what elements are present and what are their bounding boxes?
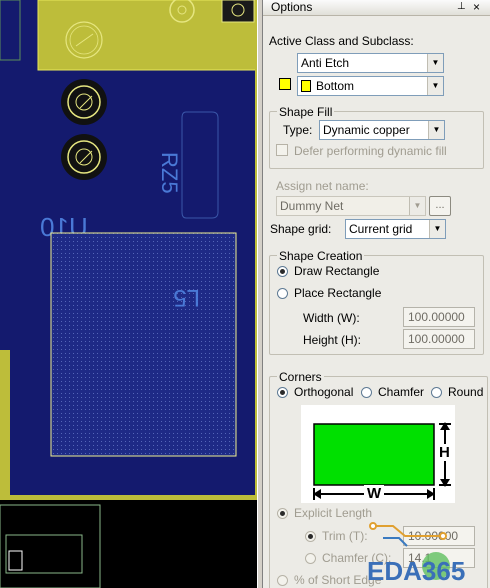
- net-name-value: Dummy Net: [280, 199, 344, 213]
- corners-legend: Corners: [277, 370, 324, 384]
- subclass-select[interactable]: Bottom ▼: [297, 76, 444, 96]
- subclass-color-swatch[interactable]: [279, 78, 291, 90]
- pin-icon[interactable]: ⊥: [457, 1, 466, 12]
- browse-net-button[interactable]: ...: [429, 196, 451, 216]
- fill-type-value: Dynamic copper: [323, 123, 410, 137]
- diagram-w-label: W: [364, 485, 385, 502]
- watermark-logo: EDA365: [367, 522, 465, 586]
- silk-label-l5: L5: [173, 284, 200, 311]
- silk-label-rz5: RZ5: [157, 152, 182, 194]
- fill-type-select[interactable]: Dynamic copper ▼: [319, 120, 445, 140]
- type-label: Type:: [283, 123, 313, 137]
- orthogonal-label: Orthogonal: [294, 385, 354, 399]
- short-edge-radio[interactable]: [277, 575, 288, 586]
- place-rectangle-radio[interactable]: [277, 288, 288, 299]
- chamfer-radio[interactable]: [361, 387, 372, 398]
- options-panel: Options ⊥ × Active Class and Subclass: A…: [263, 0, 490, 588]
- draw-rectangle-label: Draw Rectangle: [294, 264, 380, 278]
- shape-grid-select[interactable]: Current grid ▼: [345, 219, 446, 239]
- watermark-text: EDA365: [367, 556, 465, 586]
- chamfer-label: Chamfer: [378, 385, 425, 399]
- round-radio[interactable]: [431, 387, 442, 398]
- draw-rectangle-radio[interactable]: [277, 266, 288, 277]
- height-input[interactable]: 100.00000: [403, 329, 475, 349]
- options-titlebar: Options ⊥ ×: [263, 0, 490, 16]
- explicit-length-label: Explicit Length: [294, 506, 373, 520]
- shape-grid-value: Current grid: [349, 222, 413, 236]
- width-label: Width (W):: [303, 311, 360, 325]
- width-input[interactable]: 100.00000: [403, 307, 475, 327]
- pad: [221, 0, 255, 23]
- net-name-select[interactable]: Dummy Net ▼: [276, 196, 426, 216]
- shape-fill-legend: Shape Fill: [277, 105, 335, 119]
- subclass-inline-swatch: [301, 80, 311, 92]
- chevron-down-icon: ▼: [427, 54, 443, 72]
- place-rectangle-label: Place Rectangle: [294, 286, 382, 300]
- diagram-h-label: H: [438, 444, 451, 461]
- height-label: Height (H):: [303, 333, 362, 347]
- orthogonal-radio[interactable]: [277, 387, 288, 398]
- close-icon[interactable]: ×: [473, 0, 480, 14]
- chevron-down-icon: ▼: [409, 197, 425, 215]
- assign-net-label: Assign net name:: [276, 179, 369, 193]
- dynamic-shape-l5: [50, 232, 237, 457]
- defer-fill-label: Defer performing dynamic fill: [294, 144, 447, 158]
- defer-fill-checkbox[interactable]: [276, 144, 288, 156]
- trim-label: Trim (T):: [322, 529, 368, 543]
- explicit-length-radio[interactable]: [277, 508, 288, 519]
- trim-radio[interactable]: [305, 531, 316, 542]
- chevron-down-icon: ▼: [427, 77, 443, 95]
- shape-creation-legend: Shape Creation: [277, 249, 365, 263]
- class-select[interactable]: Anti Etch ▼: [297, 53, 444, 73]
- chevron-down-icon: ▼: [428, 121, 444, 139]
- shape-grid-label: Shape grid:: [270, 222, 332, 236]
- chevron-down-icon: ▼: [429, 220, 445, 238]
- subclass-select-value: Bottom: [316, 79, 355, 93]
- round-label: Round: [448, 385, 484, 399]
- pcb-canvas[interactable]: RZ5 U10 L5: [0, 0, 257, 588]
- corner-diagram: H W: [301, 405, 455, 503]
- pcb-drawing: RZ5 U10 L5: [0, 0, 257, 588]
- class-select-value: Anti Etch: [301, 56, 350, 70]
- chamfer-c-radio[interactable]: [305, 553, 316, 564]
- world-view: [0, 500, 257, 588]
- class-label: Active Class and Subclass:: [269, 34, 414, 48]
- copper-area-left: [0, 350, 10, 495]
- options-title: Options: [271, 0, 313, 14]
